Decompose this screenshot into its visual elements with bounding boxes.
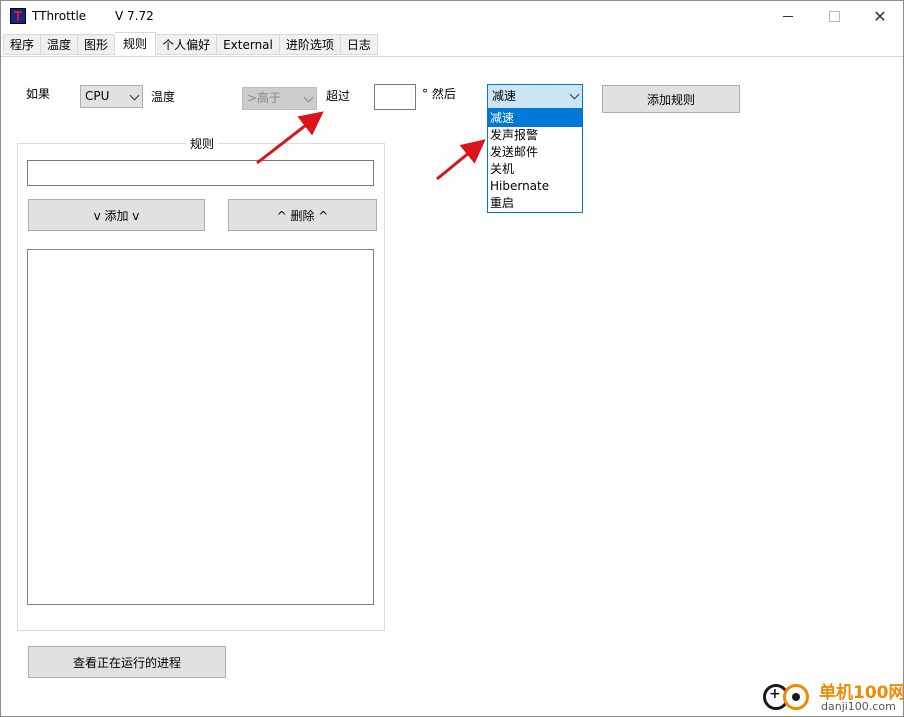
action-select[interactable]: 减速 xyxy=(487,84,583,109)
source-select[interactable]: CPU xyxy=(80,85,143,108)
rules-group-title: 规则 xyxy=(186,135,219,152)
view-processes-button[interactable]: 查看正在运行的进程 xyxy=(28,646,226,678)
action-select-value: 减速 xyxy=(492,89,517,103)
version-label: V 7.72 xyxy=(115,9,154,23)
tab-external[interactable]: External xyxy=(217,34,280,55)
tab-rules[interactable]: 规则 xyxy=(115,32,157,56)
delete-from-list-button[interactable]: ^ 删除 ^ xyxy=(228,199,377,231)
dropdown-option-slowdown[interactable]: 减速 xyxy=(488,110,582,127)
tab-programs[interactable]: 程序 xyxy=(3,34,42,55)
dropdown-option-restart[interactable]: 重启 xyxy=(488,195,582,212)
watermark: + 单机100网 danji100.com xyxy=(757,676,903,716)
dropdown-option-send-email[interactable]: 发送邮件 xyxy=(488,144,582,161)
degree-then-label: ° 然后 xyxy=(422,87,456,101)
dropdown-option-shutdown[interactable]: 关机 xyxy=(488,161,582,178)
title-bar: TThrottle V 7.72 ✕ xyxy=(1,1,903,32)
source-select-value: CPU xyxy=(85,89,110,103)
tab-advanced[interactable]: 进阶选项 xyxy=(279,34,341,55)
chevron-down-icon xyxy=(129,90,140,101)
tab-temperature[interactable]: 温度 xyxy=(41,34,79,55)
tab-preferences[interactable]: 个人偏好 xyxy=(156,34,218,55)
minimize-icon xyxy=(783,16,793,17)
chevron-down-icon xyxy=(303,92,314,103)
comparison-select-value: >高于 xyxy=(247,91,282,105)
threshold-input[interactable] xyxy=(374,84,416,110)
close-button[interactable]: ✕ xyxy=(857,1,903,32)
add-rule-button[interactable]: 添加规则 xyxy=(602,85,740,113)
tab-strip-divider xyxy=(1,56,903,57)
app-window: TThrottle V 7.72 ✕ 程序 温度 图形 规则 个人偏好 Exte… xyxy=(0,0,904,717)
app-logo-icon xyxy=(10,8,26,24)
dropdown-option-sound-alarm[interactable]: 发声报警 xyxy=(488,127,582,144)
chevron-down-icon xyxy=(569,89,580,100)
rules-listbox[interactable] xyxy=(27,249,374,605)
dropdown-option-hibernate[interactable]: Hibernate xyxy=(488,178,582,195)
maximize-icon xyxy=(828,11,840,22)
tab-bar: 程序 温度 图形 规则 个人偏好 External 进阶选项 日志 xyxy=(3,32,378,56)
comparison-select: >高于 xyxy=(242,87,317,110)
if-label: 如果 xyxy=(26,87,51,101)
temperature-label: 温度 xyxy=(151,90,176,104)
tab-log[interactable]: 日志 xyxy=(340,34,378,55)
close-icon: ✕ xyxy=(873,7,887,26)
window-title: TThrottle xyxy=(32,9,87,23)
maximize-button[interactable] xyxy=(811,1,857,32)
add-to-list-button[interactable]: v 添加 v xyxy=(28,199,205,231)
rule-text-input[interactable] xyxy=(27,160,374,186)
action-dropdown-list: 减速 发声报警 发送邮件 关机 Hibernate 重启 xyxy=(487,109,583,213)
exceed-label: 超过 xyxy=(326,89,351,103)
red-arrow-2 xyxy=(436,139,486,181)
minimize-button[interactable] xyxy=(765,1,811,32)
tab-graph[interactable]: 图形 xyxy=(78,34,116,55)
watermark-domain: danji100.com xyxy=(821,700,896,713)
